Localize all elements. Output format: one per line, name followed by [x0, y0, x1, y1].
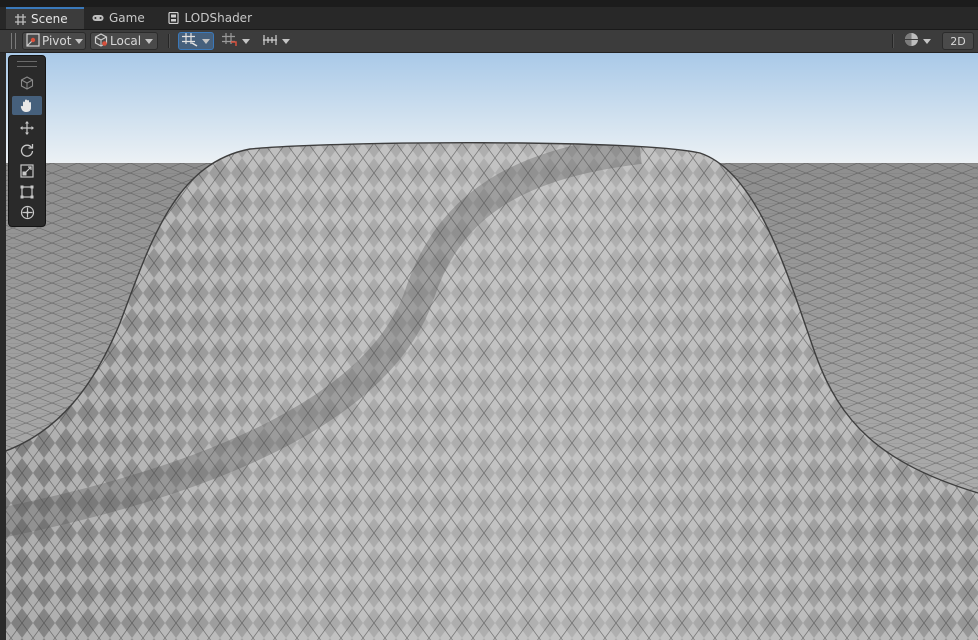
- overlay-drag-handle[interactable]: [17, 61, 37, 67]
- pivot-dropdown[interactable]: Pivot: [22, 32, 86, 50]
- toolbar-divider: [892, 34, 894, 48]
- shading-sphere-icon: [904, 32, 919, 50]
- tab-lodshader[interactable]: LODShader: [160, 7, 260, 29]
- draw-mode-dropdown[interactable]: [900, 32, 938, 50]
- chevron-down-icon: [923, 38, 931, 44]
- move-icon[interactable]: [12, 118, 42, 137]
- chevron-down-icon: [242, 38, 250, 44]
- local-dropdown[interactable]: Local: [90, 32, 158, 50]
- grid-snapping-toggle[interactable]: [178, 32, 214, 50]
- local-space-icon: [94, 32, 108, 50]
- pivot-icon: [26, 32, 40, 50]
- increment-snap-icon: [222, 32, 238, 50]
- tab-scene[interactable]: Scene: [6, 7, 84, 29]
- chevron-down-icon: [75, 38, 84, 44]
- tab-game[interactable]: Game: [84, 7, 156, 29]
- transform-icon[interactable]: [12, 203, 42, 222]
- chevron-down-icon: [282, 38, 290, 44]
- 2d-toggle-label: 2D: [950, 34, 966, 48]
- toolbar-divider: [168, 34, 170, 48]
- gamepad-icon: [92, 12, 104, 24]
- toolbar-grip[interactable]: [11, 33, 16, 49]
- shader-graph-icon: [168, 12, 180, 24]
- increment-snapping-toggle[interactable]: [218, 32, 256, 50]
- view-cube-icon[interactable]: [12, 73, 42, 92]
- tab-lodshader-label: LODShader: [184, 11, 252, 25]
- scene-render: [0, 53, 978, 640]
- rect-icon[interactable]: [12, 182, 42, 201]
- tab-bar: Scene Game LODShader: [0, 7, 978, 30]
- hand-icon[interactable]: [12, 96, 42, 115]
- grid-snap-icon: [182, 32, 198, 50]
- chevron-down-icon: [145, 38, 154, 44]
- scene-toolbar: Pivot Local 2D: [0, 30, 978, 53]
- scene-tools-overlay: [8, 55, 46, 227]
- local-label: Local: [110, 34, 142, 48]
- ruler-snap-dropdown[interactable]: [258, 32, 296, 50]
- pivot-label: Pivot: [42, 34, 72, 48]
- rotate-icon[interactable]: [12, 140, 42, 159]
- scene-viewport[interactable]: [0, 53, 978, 640]
- chevron-down-icon: [202, 38, 210, 44]
- ruler-icon: [262, 33, 278, 50]
- tab-game-label: Game: [109, 11, 145, 25]
- grid-icon: [14, 13, 26, 25]
- 2d-toggle-button[interactable]: 2D: [942, 32, 974, 50]
- scale-icon[interactable]: [12, 161, 42, 180]
- tab-scene-label: Scene: [31, 12, 68, 26]
